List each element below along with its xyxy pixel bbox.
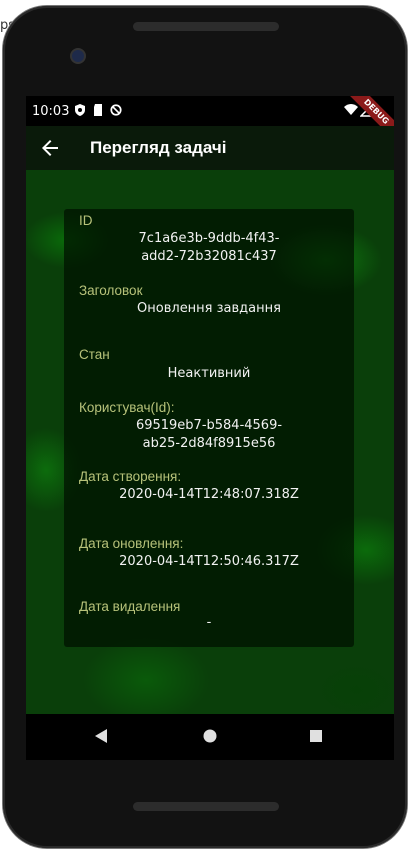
phone-screen: 10:03 DEBUG Перегляд задачі ID 7c1a6e3b-… <box>26 96 394 714</box>
user-label: Користувач(Id): <box>79 400 175 415</box>
state-label: Стан <box>79 347 110 362</box>
content-area: ID 7c1a6e3b-9ddb-4f43- add2-72b32081c437… <box>26 170 394 714</box>
top-speaker <box>133 22 279 31</box>
status-time: 10:03 <box>32 104 70 119</box>
created-label: Дата створення: <box>79 469 182 484</box>
nav-home-icon[interactable] <box>202 728 218 744</box>
user-id-line-2: ab25-2d84f8915e56 <box>142 436 276 451</box>
app-bar: Перегляд задачі <box>26 126 394 170</box>
front-camera <box>72 50 84 62</box>
user-id-line-1: 69519eb7-b584-4569- <box>135 418 283 433</box>
page-title: Перегляд задачі <box>90 138 227 157</box>
created-value: 2020-04-14T12:48:07.318Z <box>119 487 299 502</box>
sync-disabled-icon <box>110 104 122 116</box>
back-arrow-icon[interactable] <box>38 136 62 160</box>
deleted-value: - <box>206 615 212 630</box>
task-details-card: ID 7c1a6e3b-9ddb-4f43- add2-72b32081c437… <box>64 209 354 647</box>
bottom-speaker <box>133 802 279 811</box>
state-value: Неактивний <box>167 366 251 381</box>
id-value-line-1: 7c1a6e3b-9ddb-4f43- <box>138 231 280 246</box>
id-label: ID <box>79 213 93 228</box>
system-nav-bar <box>26 714 394 760</box>
sd-card-icon <box>94 104 102 116</box>
updated-value: 2020-04-14T12:50:46.317Z <box>119 554 299 569</box>
updated-label: Дата оновлення: <box>79 536 184 551</box>
nav-recents-icon[interactable] <box>309 729 323 743</box>
shield-icon <box>75 104 85 116</box>
deleted-label: Дата видалення <box>79 599 181 614</box>
nav-back-icon[interactable] <box>94 728 108 744</box>
id-value-line-2: add2-72b32081c437 <box>141 249 277 264</box>
status-bar: 10:03 DEBUG <box>26 96 394 146</box>
title-label: Заголовок <box>79 283 143 298</box>
title-value: Оновлення завдання <box>137 301 281 316</box>
wifi-icon <box>344 104 358 115</box>
